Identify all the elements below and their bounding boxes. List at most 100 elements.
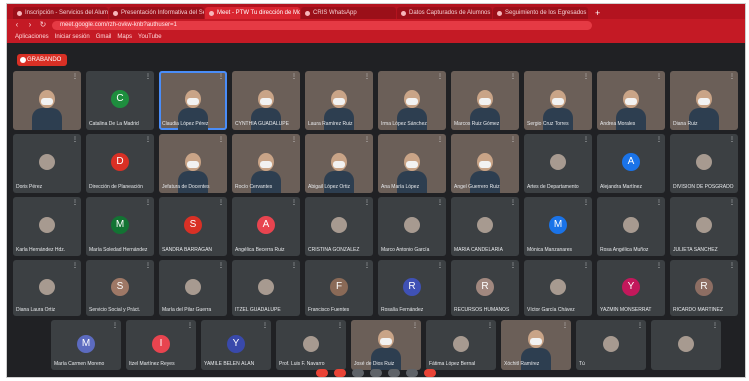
tile-options-icon[interactable]: ⋮	[72, 263, 78, 269]
participant-tile[interactable]: ⋮ José de Dios Ruiz	[351, 320, 421, 370]
participant-tile[interactable]: S ⋮ SANDRA BARRAGÁN	[159, 197, 227, 256]
participant-tile[interactable]: M ⋮ Mónica Manzanares	[524, 197, 592, 256]
participant-tile[interactable]: ⋮	[13, 71, 81, 130]
tile-options-icon[interactable]: ⋮	[583, 200, 589, 206]
tile-options-icon[interactable]: ⋮	[637, 323, 643, 329]
participant-tile[interactable]: A ⋮ Angélica Becerra Ruiz	[232, 197, 300, 256]
participant-tile[interactable]: ⋮ Claudia López Pérez	[159, 71, 227, 130]
participant-tile[interactable]: Y ⋮ YAMILE BELÉN ÁLAN	[201, 320, 271, 370]
participant-tile[interactable]: ⋮ JULIETA SÁNCHEZ	[670, 197, 738, 256]
tile-options-icon[interactable]: ⋮	[145, 263, 151, 269]
participant-tile[interactable]: ⋮ Karla Hernández Hdz.	[13, 197, 81, 256]
tile-options-icon[interactable]: ⋮	[364, 263, 370, 269]
participant-tile[interactable]: ⋮ Marco Antonio García	[378, 197, 446, 256]
participant-tile[interactable]: ⋮ Prof. Luis F. Navarro	[276, 320, 346, 370]
participant-tile[interactable]: ⋮ Fátima López Bernal	[426, 320, 496, 370]
participant-tile[interactable]: ⋮ Jefatura de Docentes	[159, 134, 227, 193]
participant-tile[interactable]: ⋮ Rocío Cervantes	[232, 134, 300, 193]
participant-tile[interactable]: ⋮ Sergio Cruz Torres	[524, 71, 592, 130]
captions-button[interactable]	[352, 369, 364, 377]
tile-options-icon[interactable]: ⋮	[510, 74, 516, 80]
tile-options-icon[interactable]: ⋮	[337, 323, 343, 329]
tile-options-icon[interactable]: ⋮	[72, 137, 78, 143]
tile-options-icon[interactable]: ⋮	[656, 263, 662, 269]
participant-tile[interactable]: C ⋮ Catalina De La Madrid	[86, 71, 154, 130]
participant-tile[interactable]: ⋮ Abigail López Ortiz	[305, 134, 373, 193]
tile-options-icon[interactable]: ⋮	[218, 200, 224, 206]
browser-tab[interactable]: Seguimiento de los Egresados	[493, 7, 588, 19]
participant-tile[interactable]: ⋮ Irma López Sánchez	[378, 71, 446, 130]
tile-options-icon[interactable]: ⋮	[72, 200, 78, 206]
participant-tile[interactable]: ⋮ DIVISIÓN DE POSGRADO	[670, 134, 738, 193]
tile-options-icon[interactable]: ⋮	[583, 263, 589, 269]
participant-tile[interactable]: ⋮ MARÍA CANDELARIA	[451, 197, 519, 256]
participant-tile[interactable]: ⋮ Xóchitl Ramírez	[501, 320, 571, 370]
browser-tab[interactable]: Meet - PTW Tu dirección de Mo...	[205, 7, 300, 19]
tile-options-icon[interactable]: ⋮	[364, 74, 370, 80]
participant-tile[interactable]: ⋮ Artes de Departamento	[524, 134, 592, 193]
tile-options-icon[interactable]: ⋮	[291, 74, 297, 80]
participant-tile[interactable]: I ⋮ Itzel Martínez Reyes	[126, 320, 196, 370]
tile-options-icon[interactable]: ⋮	[656, 137, 662, 143]
participant-tile[interactable]: ⋮ ITZEL GUADALUPE	[232, 260, 300, 316]
tile-options-icon[interactable]: ⋮	[729, 74, 735, 80]
tile-options-icon[interactable]: ⋮	[145, 200, 151, 206]
participant-tile[interactable]: ⋮ María del Pilar Guerra	[159, 260, 227, 316]
tile-options-icon[interactable]: ⋮	[437, 200, 443, 206]
participant-tile[interactable]: ⋮ CRISTINA GONZÁLEZ	[305, 197, 373, 256]
tile-options-icon[interactable]: ⋮	[291, 137, 297, 143]
new-tab-icon[interactable]: +	[589, 7, 606, 19]
mic-toggle-button[interactable]	[316, 369, 328, 377]
tile-options-icon[interactable]: ⋮	[112, 323, 118, 329]
browser-tab[interactable]: Datos Capturados de Alumnos	[397, 7, 492, 19]
tile-options-icon[interactable]: ⋮	[656, 74, 662, 80]
bookmark-item[interactable]: YouTube	[138, 31, 162, 43]
browser-tab[interactable]: Presentación Informativa del Sem...	[109, 7, 204, 19]
present-button[interactable]	[370, 369, 382, 377]
participant-tile[interactable]: S ⋮ Servicio Social y Práct.	[86, 260, 154, 316]
more-options-button[interactable]	[406, 369, 418, 377]
participant-tile[interactable]: R ⋮ RECURSOS HUMANOS	[451, 260, 519, 316]
browser-tab[interactable]: Inscripción - Servicios del Alumno	[13, 7, 108, 19]
tile-options-icon[interactable]: ⋮	[364, 200, 370, 206]
tile-options-icon[interactable]: ⋮	[510, 200, 516, 206]
participant-tile[interactable]: D ⋮ Dirección de Planeación	[86, 134, 154, 193]
participant-tile[interactable]: ⋮ Rosa Angélica Muñoz	[597, 197, 665, 256]
forward-icon[interactable]: ›	[26, 19, 34, 31]
tile-options-icon[interactable]: ⋮	[364, 137, 370, 143]
tile-options-icon[interactable]: ⋮	[72, 74, 78, 80]
tile-options-icon[interactable]: ⋮	[145, 137, 151, 143]
tile-options-icon[interactable]: ⋮	[412, 323, 418, 329]
participant-tile[interactable]: ⋮ Laura Ramírez Ruiz	[305, 71, 373, 130]
tile-options-icon[interactable]: ⋮	[583, 137, 589, 143]
tile-options-icon[interactable]: ⋮	[487, 323, 493, 329]
back-icon[interactable]: ‹	[13, 19, 21, 31]
tile-options-icon[interactable]: ⋮	[510, 137, 516, 143]
url-field[interactable]: meet.google.com/rzh-ovkw-knb?authuser=1	[52, 20, 592, 30]
participant-tile[interactable]: Y ⋮ YAZMIN MONSERRAT	[597, 260, 665, 316]
bookmark-item[interactable]: Iniciar sesión	[55, 31, 90, 43]
tile-options-icon[interactable]: ⋮	[656, 200, 662, 206]
reload-icon[interactable]: ↻	[39, 19, 47, 31]
participant-tile[interactable]: ⋮ Doris Pérez	[13, 134, 81, 193]
browser-tab[interactable]: CRIS WhatsApp	[301, 7, 396, 19]
tile-options-icon[interactable]: ⋮	[187, 323, 193, 329]
tile-options-icon[interactable]: ⋮	[291, 263, 297, 269]
participant-tile[interactable]: ⋮ Diana Laura Ortiz	[13, 260, 81, 316]
bookmark-item[interactable]: Maps	[117, 31, 132, 43]
participant-tile[interactable]: ⋮ Marcos Ruiz Gómez	[451, 71, 519, 130]
participant-tile[interactable]: ⋮ Ana María López	[378, 134, 446, 193]
tile-options-icon[interactable]: ⋮	[218, 263, 224, 269]
tile-options-icon[interactable]: ⋮	[218, 137, 224, 143]
tile-options-icon[interactable]: ⋮	[562, 323, 568, 329]
tile-options-icon[interactable]: ⋮	[729, 263, 735, 269]
participant-tile[interactable]: ⋮ Tú	[576, 320, 646, 370]
raise-hand-button[interactable]	[388, 369, 400, 377]
tile-options-icon[interactable]: ⋮	[145, 74, 151, 80]
tile-options-icon[interactable]: ⋮	[583, 74, 589, 80]
tile-options-icon[interactable]: ⋮	[262, 323, 268, 329]
participant-tile[interactable]: M ⋮ María Carmen Moreno	[51, 320, 121, 370]
participant-tile[interactable]: ⋮ Diana Ruiz	[670, 71, 738, 130]
tile-options-icon[interactable]: ⋮	[510, 263, 516, 269]
leave-call-button[interactable]	[424, 369, 436, 377]
